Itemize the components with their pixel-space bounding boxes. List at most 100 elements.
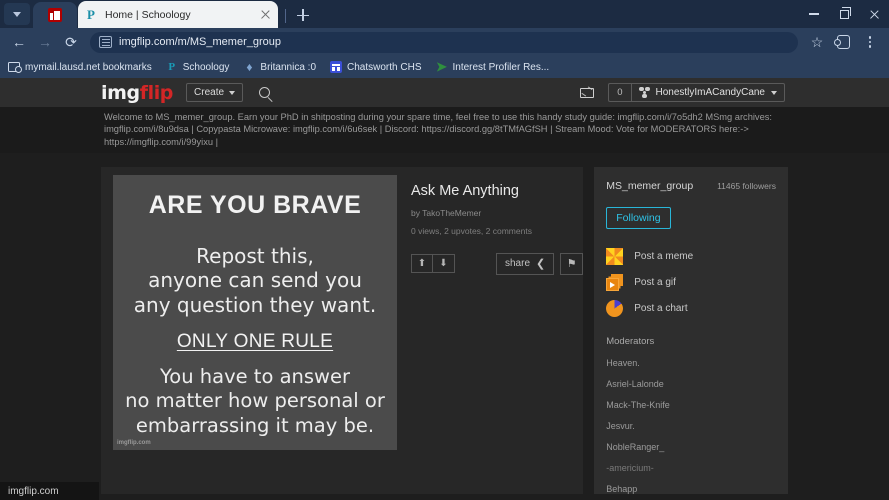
bookmark-star-icon: ☆ <box>810 34 824 50</box>
meme-text-line1: ARE YOU BRAVE <box>148 190 362 219</box>
extensions-button[interactable] <box>830 29 856 55</box>
notification-count[interactable]: 0 <box>608 83 631 102</box>
meme-image[interactable]: ARE YOU BRAVE Repost this, anyone can se… <box>113 174 397 450</box>
window-controls <box>799 0 889 28</box>
page-info-icon[interactable] <box>99 36 112 48</box>
meme-text-line2: Repost this, anyone can send you any que… <box>133 243 377 317</box>
bookmark-label: Chatsworth CHS <box>347 61 422 73</box>
post-a-gif-action[interactable]: Post a gif <box>606 270 776 296</box>
tab-imgflip[interactable] <box>33 2 77 28</box>
post-title[interactable]: Ask Me Anything <box>411 183 583 199</box>
moderator-item[interactable]: Behapp <box>606 484 788 494</box>
downvote-button[interactable]: ⬇ <box>433 254 455 274</box>
post-meme-icon <box>606 248 624 266</box>
browser-window: P Home | Schoology ← → ⟳ imgflip.com/m/M… <box>0 0 889 500</box>
group-welcome-banner: Welcome to MS_memer_group. Earn your PhD… <box>0 107 889 153</box>
share-icon: ❮ <box>536 258 546 271</box>
tab-strip: P Home | Schoology <box>0 0 889 28</box>
moderators-heading: Moderators <box>606 335 655 347</box>
action-label: Post a chart <box>634 303 688 315</box>
follower-count: 11465 followers <box>717 180 776 191</box>
create-label: Create <box>194 87 225 98</box>
down-arrow-icon: ⬇ <box>439 258 448 270</box>
search-icon[interactable] <box>259 87 271 98</box>
post-card: ARE YOU BRAVE Repost this, anyone can se… <box>101 166 584 494</box>
flag-icon: ⚑ <box>566 258 577 271</box>
chevron-down-icon <box>771 90 777 95</box>
action-label: Post a meme <box>634 251 694 263</box>
moderator-item[interactable]: Jesvur. <box>606 421 788 431</box>
up-arrow-icon: ⬆ <box>417 258 427 270</box>
bookmark-label: Britannica :0 <box>260 61 317 73</box>
bookmarks-bar: mymail.lausd.net bookmarks P Schoology ♦… <box>0 56 889 78</box>
share-button[interactable]: share ❮ <box>496 252 555 275</box>
following-button[interactable]: Following <box>606 206 671 229</box>
chevron-down-icon <box>13 11 21 17</box>
meme-text-line4: You have to answer no matter how persona… <box>125 364 385 437</box>
upvote-button[interactable]: ⬆ <box>411 254 433 274</box>
reload-button[interactable]: ⟳ <box>58 29 84 55</box>
extensions-puzzle-icon <box>834 35 850 49</box>
sidebar-header: MS_memer_group 11465 followers <box>594 180 788 192</box>
bookmark-britannica[interactable]: ♦ Britannica :0 <box>243 60 317 74</box>
action-label: Post a gif <box>634 277 676 289</box>
moderator-item[interactable]: Mack-The-Knife <box>606 400 788 410</box>
logo-img: img <box>101 81 140 104</box>
post-a-chart-action[interactable]: Post a chart <box>606 296 776 322</box>
browser-toolbar: ← → ⟳ imgflip.com/m/MS_memer_group ☆ <box>0 28 889 56</box>
bookmark-interest-profiler[interactable]: ➤ Interest Profiler Res... <box>435 59 549 74</box>
page-content: ARE YOU BRAVE Repost this, anyone can se… <box>0 153 889 494</box>
url-text: imgflip.com/m/MS_memer_group <box>119 36 281 48</box>
britannica-icon: ♦ <box>246 60 253 74</box>
mail-icon[interactable] <box>580 87 595 98</box>
close-icon[interactable] <box>259 8 272 21</box>
post-actions: ⬆ ⬇ share ❮ ⚑ <box>411 252 584 275</box>
flag-button[interactable]: ⚑ <box>560 252 584 275</box>
schoology-favicon-icon: P <box>87 6 95 22</box>
meme-watermark: imgflip.com <box>117 439 151 446</box>
moderator-item[interactable]: Heaven. <box>606 358 788 368</box>
logo-flip: flip <box>139 81 174 104</box>
moderator-item[interactable]: NobleRanger_ <box>606 442 788 452</box>
bookmark-chatsworth[interactable]: Chatsworth CHS <box>330 61 421 73</box>
close-window-icon <box>869 9 880 20</box>
chatsworth-icon <box>330 61 343 73</box>
address-bar[interactable]: imgflip.com/m/MS_memer_group <box>90 31 798 53</box>
meme-text-line3: ONLY ONE RULE <box>176 330 334 352</box>
back-button[interactable]: ← <box>6 29 32 55</box>
group-sidebar: MS_memer_group 11465 followers Following… <box>594 166 788 494</box>
forward-button[interactable]: → <box>32 29 58 55</box>
tab-divider <box>285 9 286 23</box>
site-header: imgflip Create 0 HonestlyImACandyCane <box>0 78 889 107</box>
post-details: Ask Me Anything by TakoTheMemer 0 views,… <box>397 167 584 494</box>
post-a-meme-action[interactable]: Post a meme <box>606 244 776 270</box>
new-tab-button[interactable] <box>293 5 313 25</box>
create-button[interactable]: Create <box>186 83 244 102</box>
maximize-icon <box>839 7 851 19</box>
bookmark-schoology[interactable]: P Schoology <box>166 61 230 73</box>
close-window-button[interactable] <box>859 0 889 28</box>
tab-search-button[interactable] <box>4 3 30 25</box>
bookmark-star-button[interactable]: ☆ <box>804 29 830 55</box>
browser-menu-icon <box>868 35 872 49</box>
tab-schoology[interactable]: P Home | Schoology <box>78 1 278 28</box>
bookmark-mymail[interactable]: mymail.lausd.net bookmarks <box>8 62 152 73</box>
group-name[interactable]: MS_memer_group <box>606 180 693 192</box>
header-right: 0 HonestlyImACandyCane <box>580 83 889 102</box>
username-label: HonestlyImACandyCane <box>655 87 766 98</box>
browser-menu-button[interactable] <box>857 29 883 55</box>
bookmark-label: mymail.lausd.net bookmarks <box>25 61 152 73</box>
post-author[interactable]: by TakoTheMemer <box>411 208 583 218</box>
user-menu[interactable]: HonestlyImACandyCane <box>630 83 785 102</box>
minimize-icon <box>809 13 819 15</box>
moderator-item[interactable]: -americium- <box>606 463 788 473</box>
moderator-item[interactable]: Asriel-Lalonde <box>606 379 788 389</box>
minimize-button[interactable] <box>799 0 829 28</box>
chevron-down-icon <box>229 90 236 95</box>
sidebar-actions: Post a meme Post a gif Post a chart <box>594 244 788 322</box>
post-chart-icon <box>606 300 624 318</box>
maximize-button[interactable] <box>829 0 859 28</box>
imgflip-logo[interactable]: imgflip <box>101 82 173 104</box>
meme-image-wrapper: ARE YOU BRAVE Repost this, anyone can se… <box>101 167 397 494</box>
bookmark-label: Schoology <box>182 61 230 73</box>
